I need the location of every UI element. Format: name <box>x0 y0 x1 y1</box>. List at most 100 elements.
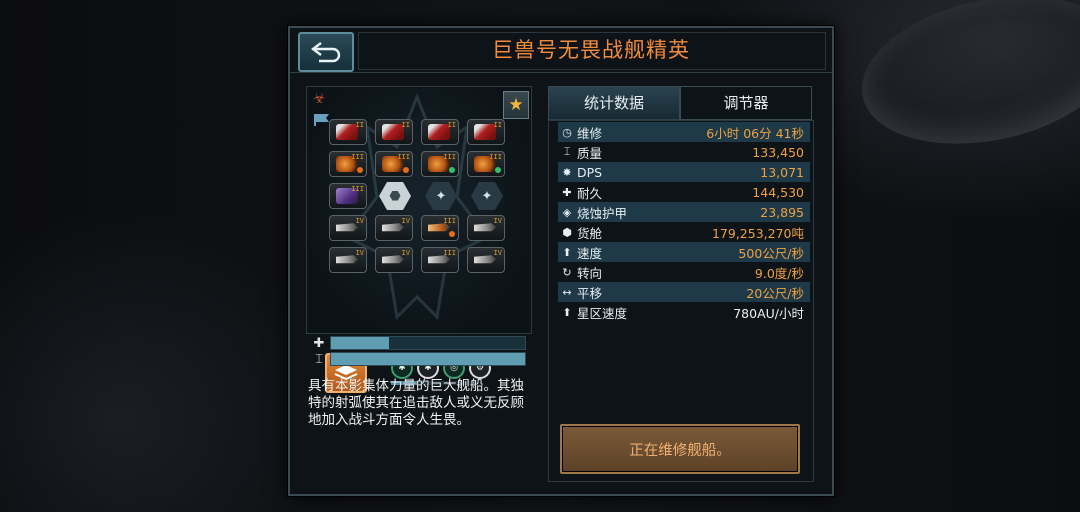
speed-icon: ⬆ <box>562 245 572 259</box>
slot-level: IV <box>493 249 502 257</box>
slot-level: III <box>397 153 410 161</box>
stat-row-armor: ◈ 烧蚀护甲 23,895 <box>558 202 810 222</box>
ablative-armor-icon: ◈ <box>562 205 572 219</box>
stat-row-dps: ✸ DPS 13,071 <box>558 162 810 182</box>
stat-value: 23,895 <box>760 204 804 220</box>
mass-track <box>330 352 526 366</box>
strafe-icon: ↔ <box>562 285 572 299</box>
slot-level: II <box>493 121 502 129</box>
health-icon: ✚ <box>313 335 325 351</box>
slot-weapon[interactable]: III <box>421 151 459 177</box>
mass-icon: ⌶ <box>563 145 571 158</box>
slot-level: II <box>401 121 410 129</box>
stat-row-turn: ↻ 转向 9.0度/秒 <box>558 262 810 282</box>
slot-gun[interactable]: IV <box>467 215 505 241</box>
title-bar: 巨兽号无畏战舰精英 <box>290 28 832 73</box>
stat-value: 6小时 06分 41秒 <box>706 125 804 141</box>
tab-bar: 统计数据 调节器 <box>548 86 812 120</box>
sparkle-icon: ✦ <box>435 188 447 204</box>
slot-level: III <box>351 185 364 193</box>
slot-gun[interactable]: IV <box>467 247 505 273</box>
slot-gun[interactable]: III <box>421 215 459 241</box>
faction-icon: ☣ <box>313 91 326 107</box>
slot-level: III <box>443 217 456 225</box>
slot-gun[interactable]: IV <box>329 247 367 273</box>
back-button[interactable] <box>298 32 354 72</box>
stat-label: 速度 <box>577 245 603 261</box>
stat-value: 500公尺/秒 <box>738 245 804 261</box>
slot-weapon[interactable]: II <box>375 119 413 145</box>
repair-button[interactable]: 正在维修舰船。 <box>560 424 800 474</box>
slot-weapon[interactable]: III <box>467 151 505 177</box>
tab-stats[interactable]: 统计数据 <box>548 86 680 120</box>
ship-loadout: ☣ ★ II II II II III III III III III ⬣ ✦ … <box>306 86 532 393</box>
slot-level: II <box>447 121 456 129</box>
slot-gun[interactable]: IV <box>375 215 413 241</box>
favorite-star-icon[interactable]: ★ <box>503 91 529 119</box>
stat-value: 9.0度/秒 <box>754 265 804 281</box>
shield-icon: ⬣ <box>389 188 401 204</box>
slot-weapon[interactable]: II <box>329 119 367 145</box>
slot-module[interactable]: III <box>329 183 367 209</box>
slot-level: IV <box>355 217 364 225</box>
health-track <box>330 336 526 350</box>
health-bar: ✚ <box>312 335 526 351</box>
stat-row-cargo: ⬢ 货舱 179,253,270吨 <box>558 222 810 242</box>
slot-level: IV <box>401 249 410 257</box>
stat-row-speed: ⬆ 速度 500公尺/秒 <box>558 242 810 262</box>
cargo-icon: ⬢ <box>562 225 572 239</box>
slot-level: IV <box>355 249 364 257</box>
stat-label: 维修 <box>577 125 603 141</box>
stat-label: 烧蚀护甲 <box>577 205 628 221</box>
stat-label: 转向 <box>577 265 603 281</box>
stat-row-strafe: ↔ 平移 20公尺/秒 <box>558 282 810 302</box>
health-fill <box>331 337 390 349</box>
tab-modifiers[interactable]: 调节器 <box>680 86 812 120</box>
slot-level: IV <box>493 217 502 225</box>
slot-level: II <box>355 121 364 129</box>
turn-icon: ↻ <box>562 265 572 279</box>
stat-label: 星区速度 <box>577 305 628 321</box>
slot-level: IV <box>401 217 410 225</box>
clock-icon: ◷ <box>562 125 572 139</box>
sparkle-icon: ✦ <box>481 188 493 204</box>
ship-description: 具有本影集体力量的巨大舰船。其独特的射弧使其在追击敌人或义无反顾地加入战斗方面令… <box>308 378 524 428</box>
mass-icon: ⌶ <box>315 351 323 367</box>
dps-icon: ✸ <box>562 165 572 179</box>
stat-label: 平移 <box>577 285 603 301</box>
stat-value: 20公尺/秒 <box>746 285 804 301</box>
back-arrow-icon <box>311 42 341 63</box>
stat-value: 179,253,270吨 <box>711 225 804 241</box>
slot-level: III <box>443 153 456 161</box>
slot-gun[interactable]: IV <box>329 215 367 241</box>
durability-icon: ✚ <box>562 185 572 199</box>
stat-label: 货舱 <box>577 225 603 241</box>
warp-speed-icon: ⬆ <box>562 305 572 319</box>
slot-level: III <box>351 153 364 161</box>
stat-value: 13,071 <box>760 164 804 180</box>
stat-label: 耐久 <box>577 185 603 201</box>
stat-row-durability: ✚ 耐久 144,530 <box>558 182 810 202</box>
green-dot-icon <box>449 167 455 173</box>
stat-label: 质量 <box>577 145 603 161</box>
page-title: 巨兽号无畏战舰精英 <box>492 38 690 62</box>
orange-dot-icon <box>449 231 455 237</box>
slot-weapon[interactable]: II <box>421 119 459 145</box>
stats-list: ◷ 维修 6小时 06分 41秒 ⌶ 质量 133,450 ✸ DPS 13,071 ✚ 耐久… <box>558 122 810 322</box>
slot-level: III <box>489 153 502 161</box>
orange-dot-icon <box>403 167 409 173</box>
slot-level: III <box>443 249 456 257</box>
stat-value: 144,530 <box>752 184 804 200</box>
stat-label: DPS <box>577 164 603 180</box>
slot-weapon[interactable]: III <box>375 151 413 177</box>
green-dot-icon <box>495 167 501 173</box>
stat-row-mass: ⌶ 质量 133,450 <box>558 142 810 162</box>
stat-row-repair: ◷ 维修 6小时 06分 41秒 <box>558 122 810 142</box>
slot-gun[interactable]: III <box>421 247 459 273</box>
slot-gun[interactable]: IV <box>375 247 413 273</box>
stat-row-warp: ⬆ 星区速度 780AU/小时 <box>558 302 810 322</box>
slot-weapon[interactable]: II <box>467 119 505 145</box>
stat-value: 133,450 <box>752 144 804 160</box>
mass-fill <box>331 353 525 365</box>
slot-weapon[interactable]: III <box>329 151 367 177</box>
